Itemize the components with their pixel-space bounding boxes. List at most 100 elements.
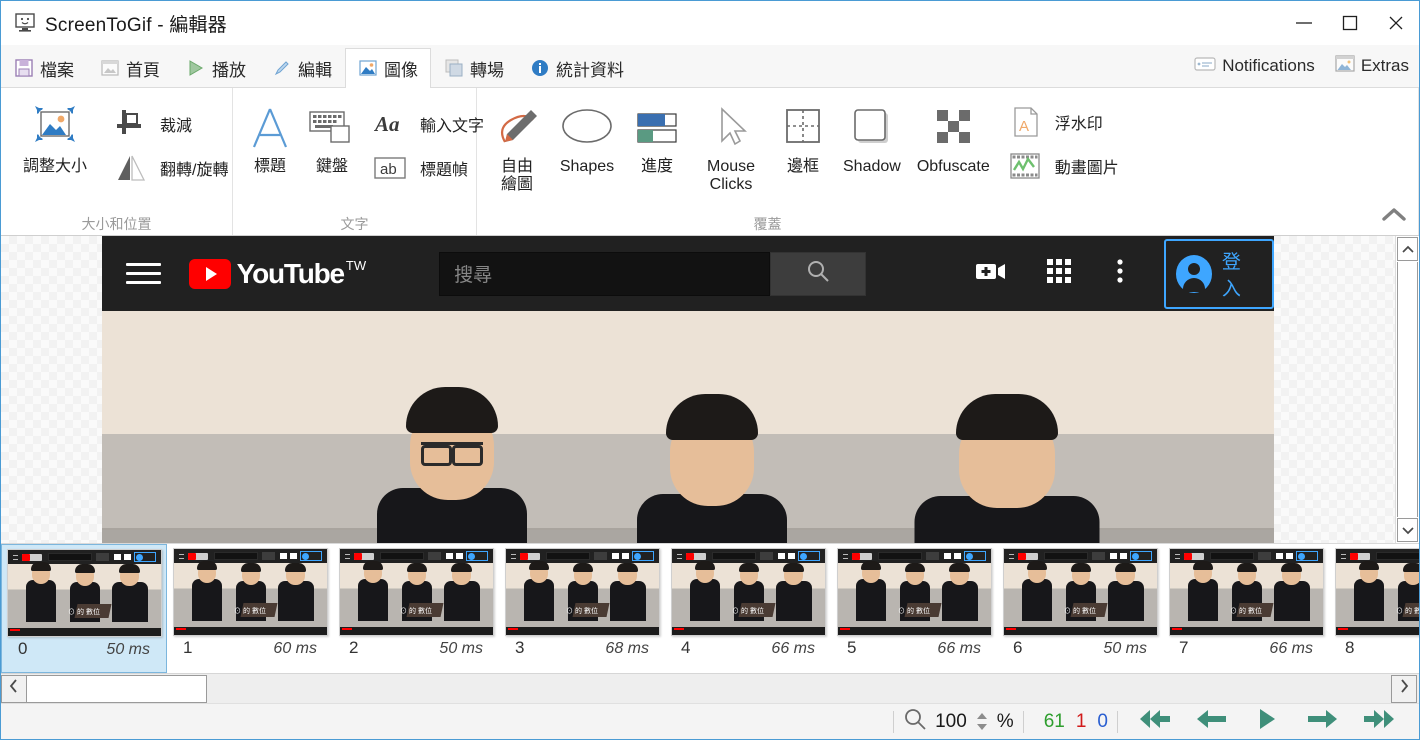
tab-home[interactable]: 首頁 [87,48,173,87]
selected-frame-count: 0 [1097,710,1108,732]
list-item[interactable]: ⊙ 的 數位 6 50 ms [997,544,1163,673]
flip-rotate-label: 翻轉/旋轉 [160,162,229,179]
mini-create-icon [777,553,785,559]
youtube-logo[interactable]: YouTube TW [188,258,366,289]
mini-video-body: ⊙ 的 數位 [173,561,327,627]
frame-index: 1 [183,638,193,657]
hamburger-icon[interactable] [126,263,161,284]
list-item[interactable]: ⊙ 的 數位 5 66 ms [831,544,997,673]
mini-player-controls [173,627,327,635]
create-video-button[interactable] [956,259,1025,288]
next-frame-button[interactable] [1295,705,1351,739]
maximize-button[interactable] [1327,1,1373,45]
play-button[interactable] [1239,705,1295,739]
first-frame-button[interactable] [1127,705,1183,739]
mini-actions [943,551,986,561]
search-button[interactable] [770,251,867,296]
last-frame-button[interactable] [1351,705,1407,739]
cinemagraph-button[interactable]: 動畫圖片 [998,144,1127,188]
mini-signin [1295,551,1318,561]
mini-hair-mid [74,564,95,573]
signin-button[interactable]: 登入 [1163,238,1274,309]
zoom-spinner[interactable] [976,712,988,731]
svg-text:Aa: Aa [373,112,400,136]
free-draw-button[interactable]: 自由 繪圖 [483,94,551,194]
scroll-right-button[interactable] [1391,674,1417,703]
scroll-down-button[interactable] [1397,518,1418,542]
crop-button[interactable]: 裁減 [103,102,236,146]
frame-list[interactable]: ⊙ 的 數位 0 50 ms ⊙ 的 數位 1 60 ms ⊙ 的 數位 2 5… [1,543,1419,673]
scroll-track[interactable] [1397,262,1418,517]
mini-signin [631,551,654,561]
list-item[interactable]: ⊙ 的 數位 3 68 ms [499,544,665,673]
tab-file[interactable]: 檔案 [1,48,87,87]
youtube-search[interactable]: 搜尋 [439,251,867,296]
magnifier-icon[interactable] [903,707,927,736]
mini-youtube-bar [339,549,493,563]
scroll-left-button[interactable] [1,674,27,703]
list-item[interactable]: ⊙ 的 數位 1 60 ms [167,544,333,673]
list-item[interactable]: ⊙ 的 數位 0 50 ms [1,544,167,673]
apps-grid-button[interactable] [1025,257,1094,290]
list-item[interactable]: ⊙ 的 數位 8 [1329,544,1419,673]
mini-apps-icon [1285,553,1293,559]
title-frame-icon: ab [371,151,411,185]
previous-frame-button[interactable] [1183,705,1239,739]
free-text-icon: Aa [371,107,411,141]
mouse-clicks-button[interactable]: Mouse Clicks [691,94,771,194]
extras-button[interactable]: Extras [1325,45,1419,87]
list-item[interactable]: ⊙ 的 數位 4 66 ms [665,544,831,673]
resize-button[interactable]: 調整大小 [7,94,103,176]
mini-preview: ⊙ 的 數位 [173,549,327,635]
mini-youtube-bar [1335,549,1419,563]
caption-button[interactable]: 標題 [239,94,301,176]
preview-vertical-scrollbar[interactable] [1395,236,1419,543]
crop-icon [111,107,151,141]
zoom-value[interactable]: 100 [935,711,967,733]
crop-label: 裁減 [160,118,193,135]
shapes-button[interactable]: Shapes [551,94,623,176]
frame-duration: 50 ms [106,641,150,658]
mini-apps-icon [787,553,795,559]
search-input[interactable]: 搜尋 [439,251,771,296]
frame-index: 4 [681,638,691,657]
progress-button[interactable]: 進度 [623,94,691,176]
person-right [892,394,1122,543]
frame-index: 6 [1013,638,1023,657]
scroll-thumb[interactable] [1398,262,1417,402]
free-text-label: 輸入文字 [420,118,485,135]
mini-preview: ⊙ 的 數位 [505,549,659,635]
tab-statistics[interactable]: 統計資料 [517,48,637,87]
horizontal-scroll-thumb[interactable] [27,674,207,703]
svg-text:A: A [1019,118,1029,135]
obfuscate-label: Obfuscate [916,158,990,175]
title-frame-button[interactable]: ab 標題幀 [363,146,492,190]
minimize-button[interactable] [1281,1,1327,45]
tab-image[interactable]: 圖像 [345,48,431,88]
ribbon-collapse-button[interactable] [1377,203,1411,231]
notifications-button[interactable]: Notifications [1184,45,1325,87]
tab-edit[interactable]: 編輯 [259,48,345,87]
flip-rotate-button[interactable]: 翻轉/旋轉 [103,146,236,190]
group-title-overlay: 覆蓋 [753,216,782,232]
mini-hair-mid [738,563,759,572]
filmstrip-horizontal-scrollbar[interactable] [1,673,1419,703]
tab-playback[interactable]: 播放 [173,48,259,87]
home-image-icon [100,58,120,78]
obfuscate-button[interactable]: Obfuscate [909,94,998,176]
list-item[interactable]: ⊙ 的 數位 7 66 ms [1163,544,1329,673]
tab-transitions[interactable]: 轉場 [431,48,517,87]
shadow-button[interactable]: Shadow [835,94,909,176]
list-item[interactable]: ⊙ 的 數位 2 50 ms [333,544,499,673]
keyboard-button[interactable]: 鍵盤 [301,94,363,176]
keyboard-icon [307,100,357,156]
preview-area[interactable]: YouTube TW 搜尋 登入 [1,236,1419,543]
more-options-button[interactable] [1094,257,1146,290]
free-text-button[interactable]: Aa 輸入文字 [363,102,492,146]
watermark-button[interactable]: A 浮水印 [998,100,1127,144]
mini-player-controls [1169,627,1323,635]
current-frame-number: 1 [1075,710,1087,732]
border-button[interactable]: 邊框 [771,94,835,176]
scroll-up-button[interactable] [1397,237,1418,261]
close-button[interactable] [1373,1,1419,45]
